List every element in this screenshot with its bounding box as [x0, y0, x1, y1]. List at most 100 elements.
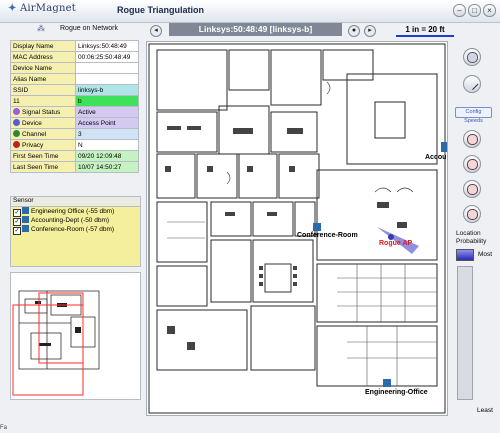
- sensor-label: Conference-Room (-57 dbm): [31, 226, 115, 233]
- sensor-item[interactable]: ✓ Accounting-Dept (-50 dbm): [11, 216, 140, 226]
- probability-slider[interactable]: [457, 266, 473, 400]
- rogue-ap-label: Rogue AP: [379, 240, 413, 247]
- legend-most-label: Most: [478, 251, 493, 258]
- property-key-label: Device Name: [13, 64, 53, 72]
- sensor-icon: [22, 207, 29, 214]
- property-row: MAC Address 00:06:25:50:48:49: [10, 51, 139, 63]
- property-key: 11: [10, 95, 76, 107]
- property-value: Active: [75, 106, 139, 118]
- status-text: Fa: [0, 425, 8, 431]
- previous-ap-button[interactable]: ◂: [150, 25, 162, 37]
- zoom-reset-button[interactable]: [463, 205, 481, 223]
- property-key-label: Channel: [22, 131, 47, 138]
- property-key-label: Last Seen Time: [13, 163, 59, 171]
- property-value: b: [75, 95, 139, 107]
- property-value: 00:06:25:50:48:49: [75, 51, 139, 63]
- sensor-icon: [22, 225, 29, 232]
- property-row: Device Name: [10, 62, 139, 74]
- property-value: Linksys:50:48:49: [75, 40, 139, 52]
- floorplan-minimap[interactable]: [10, 272, 141, 400]
- airmagnet-logo: ✦ AirMagnet: [8, 3, 76, 14]
- property-key: Channel: [10, 128, 76, 140]
- property-value: 10/07 14:50:27: [75, 161, 139, 173]
- sensor-label: Accounting-Dept (-50 dbm): [31, 217, 110, 224]
- edit-tool-button[interactable]: [463, 75, 481, 93]
- config-speeds-button[interactable]: Config Speeds: [455, 107, 492, 124]
- property-row: Last Seen Time 10/07 14:50:27: [10, 161, 139, 173]
- sensor-list: Sensor ✓ Engineering Office (-55 dbm) ✓ Ac…: [10, 196, 141, 267]
- pin-icon[interactable]: ●: [348, 25, 360, 37]
- maximize-button[interactable]: □: [468, 4, 481, 17]
- location-probability-label: Location Probability: [456, 230, 487, 245]
- property-row: Device Access Point: [10, 117, 139, 129]
- logo-text: AirMagnet: [19, 3, 76, 14]
- sensor-label: Engineering Office (-55 dbm): [31, 208, 115, 215]
- property-key: Alias Name: [10, 73, 76, 85]
- property-row: Display Name Linksys:50:48:49: [10, 40, 139, 52]
- close-button[interactable]: ×: [483, 4, 496, 17]
- property-key-label: MAC Address: [13, 53, 53, 61]
- wireless-icon: ⁂: [37, 24, 45, 33]
- floorplan-drawing: [148, 43, 447, 414]
- property-grid: Display Name Linksys:50:48:49 MAC Address 0…: [10, 40, 139, 173]
- sensor-header: Sensor: [11, 197, 140, 207]
- sensor-icon: [22, 216, 29, 223]
- engineering-office-label: Engineering-Office: [365, 389, 428, 396]
- property-key: Last Seen Time: [10, 161, 76, 173]
- property-value: [75, 73, 139, 85]
- property-key-label: First Seen Time: [13, 152, 59, 160]
- zoom-reset-icon: [467, 209, 478, 220]
- map-scale: 1 in = 20 ft: [396, 25, 454, 37]
- checkbox-checked[interactable]: ✓: [13, 227, 21, 235]
- property-key-label: Device: [22, 120, 42, 127]
- property-key-label: 11: [13, 97, 20, 105]
- minimize-button[interactable]: –: [453, 4, 466, 17]
- property-key: MAC Address: [10, 51, 76, 63]
- sensor-item[interactable]: ✓ Engineering Office (-55 dbm): [11, 207, 140, 217]
- probability-swatch: [456, 249, 474, 261]
- property-key: SSID: [10, 84, 76, 96]
- zoom-in-icon: [467, 134, 478, 145]
- sensor-tool-button[interactable]: [463, 48, 481, 66]
- engineering-sensor-icon: [383, 379, 391, 387]
- title-bar: ✦ AirMagnet Rogue Triangulation – □ ×: [0, 0, 500, 23]
- zoom-out-icon: [467, 159, 478, 170]
- zoom-out-button[interactable]: [463, 155, 481, 173]
- floorplan-map[interactable]: Conference-Room Rogue AP Accou Engineeri…: [146, 41, 448, 416]
- legend-least-label: Least: [477, 407, 493, 414]
- property-value: [75, 62, 139, 74]
- property-key: Signal Status: [10, 106, 76, 118]
- zoom-fit-button[interactable]: [463, 180, 481, 198]
- property-row: Alias Name: [10, 73, 139, 85]
- property-key-label: Display Name: [13, 42, 54, 50]
- property-key-label: Privacy: [22, 142, 44, 149]
- property-key: Privacy: [10, 139, 76, 151]
- zoom-in-button[interactable]: [463, 130, 481, 148]
- property-row: SSID linksys-b: [10, 84, 139, 96]
- property-key: Display Name: [10, 40, 76, 52]
- next-ap-button[interactable]: ▸: [364, 25, 376, 37]
- zoom-fit-icon: [467, 184, 478, 195]
- property-row: Privacy N: [10, 139, 139, 151]
- channel-icon: [13, 130, 20, 137]
- rogue-triangulation-window: ✦ AirMagnet Rogue Triangulation – □ × ⁂ …: [0, 0, 500, 433]
- property-value: 3: [75, 128, 139, 140]
- property-row: 11 b: [10, 95, 139, 107]
- property-key-label: Alias Name: [13, 75, 47, 83]
- ap-title-bar: Linksys:50:48:49 [linksys-b]: [169, 23, 342, 36]
- accounting-sensor-icon: [441, 142, 447, 152]
- property-key: Device Name: [10, 62, 76, 74]
- property-value: Access Point: [75, 117, 139, 129]
- property-key-label: SSID: [13, 86, 29, 94]
- property-key: First Seen Time: [10, 150, 76, 162]
- accounting-label: Accou: [425, 154, 447, 161]
- sensor-item[interactable]: ✓ Conference-Room (-57 dbm): [11, 225, 140, 235]
- property-key: Device: [10, 117, 76, 129]
- signal-icon: [13, 108, 20, 115]
- pencil-icon: [466, 77, 479, 91]
- conference-room-label: Conference-Room: [297, 232, 358, 239]
- lock-icon: [13, 141, 20, 148]
- property-value: linksys-b: [75, 84, 139, 96]
- conference-sensor-icon: [313, 223, 321, 231]
- window-title: Rogue Triangulation: [117, 5, 204, 15]
